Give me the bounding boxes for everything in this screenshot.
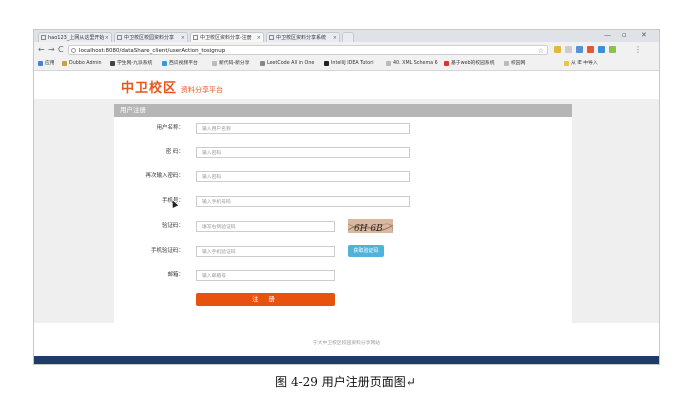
footer-text: 宁大中卫校区校园资料分享网站 [312,341,381,346]
panel-title: 用户注册 [114,104,572,117]
close-icon[interactable]: × [105,33,109,42]
close-window-icon[interactable]: ✕ [641,31,647,39]
register-button[interactable]: 注 册 [196,293,335,306]
logo-sub: 资料分享平台 [181,86,224,94]
tab-label: hao123_上网从这里开始 [48,35,105,41]
tab-favicon-icon [269,35,274,40]
tab-label: 中卫校区校园资料分享 [124,35,175,41]
bookmark-item[interactable]: 从 IE 中导入 [564,59,598,68]
url-text: localhost:8080/dataShare_client/userActi… [79,48,226,54]
page-icon [504,61,509,66]
bookmark-item[interactable]: 新代码-新分享 [212,59,250,68]
get-code-button[interactable]: 获取验证码 [348,245,384,257]
reload-icon[interactable]: C [58,45,64,54]
apps-icon [38,61,43,66]
extension-icon[interactable] [565,46,572,53]
bookmark-item[interactable]: 基于web的校园系统 [444,59,495,68]
github-icon [324,61,329,66]
tab-share-system[interactable]: 中卫校区资料分享系统 × [266,32,340,42]
bookmark-label: 40. XML Schema 6 [393,61,438,66]
password-label: 密 码： [165,149,184,155]
address-bar[interactable]: localhost:8080/dataShare_client/userActi… [68,45,548,55]
tab-favicon-icon [117,35,122,40]
bookmark-item[interactable]: 40. XML Schema 6 [386,59,438,68]
os-taskbar [34,356,659,364]
username-label: 用户名称： [156,125,184,131]
bookmark-star-icon[interactable]: ☆ [538,46,544,56]
confirm-password-label: 再次输入密码： [145,173,184,179]
captcha-graphic: 6H 6B [347,223,394,234]
email-label: 邮箱： [167,272,184,278]
close-icon[interactable]: × [333,33,337,42]
tab-register[interactable]: 中卫校区资料分享-注册 × [190,32,264,42]
extension-icon[interactable] [609,46,616,53]
address-row: ← → C localhost:8080/dataShare_client/us… [34,43,659,57]
bookmark-item[interactable]: 学生网-九派系统 [110,59,152,68]
info-icon[interactable] [71,48,76,53]
tab-campus-share[interactable]: 中卫校区校园资料分享 × [114,32,188,42]
bookmark-item[interactable]: IntelliJ IDEA Tutori [324,59,374,68]
folder-icon [564,61,569,66]
confirm-password-input[interactable]: 输入密码 [196,171,410,182]
folder-icon [62,61,67,66]
logo-main: 中卫校区 [121,81,178,96]
captcha-text: 6H 6B [354,224,383,234]
tab-bar: hao123_上网从这里开始 × 中卫校区校园资料分享 × 中卫校区资料分享-注册 ×… [34,30,659,42]
bookmark-label: 基于web的校园系统 [451,61,495,66]
register-panel: 用户注册 用户名称： 输入用户名称 密 码： 输入密码 再次输入密码： 输入密码… [114,104,572,329]
bookmark-item[interactable]: 西瓜视频平台 [162,59,198,68]
tab-favicon-icon [41,35,46,40]
page-icon [212,61,217,66]
tab-hao123[interactable]: hao123_上网从这里开始 × [38,32,112,42]
bookmark-item[interactable]: 应用 [38,59,55,68]
username-input[interactable]: 输入用户名称 [196,123,410,134]
email-input[interactable]: 输入邮箱号 [196,270,335,281]
captcha-label: 验证码： [161,223,184,229]
bookmarks-bar: 应用 Dubbo Admin 学生网-九派系统 西瓜视频平台 新代码-新分享 L… [34,58,659,69]
code-icon [260,61,265,66]
maximize-icon[interactable]: ▫ [622,31,627,39]
bookmark-label: 从 IE 中导入 [571,61,598,66]
extension-icon[interactable] [587,46,594,53]
phone-input[interactable]: 输入手机号码 [196,196,410,207]
site-logo[interactable]: 中卫校区 资料分享平台 [121,77,223,96]
page-content: 中卫校区 资料分享平台 用户注册 用户名称： 输入用户名称 密 码： 输入密码 再… [34,71,659,364]
forward-icon[interactable]: → [48,45,55,54]
bookmark-label: 西瓜视频平台 [169,61,198,66]
extension-icon[interactable] [554,46,561,53]
bookmark-item[interactable]: Dubbo Admin [62,59,102,68]
globe-icon [110,61,115,66]
bookmark-item[interactable]: LeetCode All in One [260,59,314,68]
bookmark-label: 学生网-九派系统 [117,61,153,66]
menu-icon[interactable]: ⋮ [634,45,642,54]
extension-icon[interactable] [598,46,605,53]
sms-code-input[interactable]: 输入手机验证码 [196,246,335,257]
browser-chrome: hao123_上网从这里开始 × 中卫校区校园资料分享 × 中卫校区资料分享-注册 ×… [34,30,659,71]
bookmark-label: Dubbo Admin [69,61,102,66]
browser-window: hao123_上网从这里开始 × 中卫校区校园资料分享 × 中卫校区资料分享-注册 ×… [33,29,660,365]
page-icon [386,61,391,66]
password-input[interactable]: 输入密码 [196,147,410,158]
bookmark-label: IntelliJ IDEA Tutori [331,61,374,66]
bookmark-label: 新代码-新分享 [219,61,250,66]
captcha-image[interactable]: 6H 6B [347,219,394,234]
close-icon[interactable]: × [181,33,185,42]
bookmark-label: 应用 [45,61,55,66]
bookmark-label: LeetCode All in One [267,61,315,66]
sms-code-label: 手机验证码： [150,248,184,254]
bookmark-item[interactable]: 校园网 [504,59,525,68]
globe-icon [162,61,167,66]
tab-label: 中卫校区资料分享系统 [276,35,327,41]
minimize-icon[interactable]: — [604,31,611,39]
extension-icon[interactable] [576,46,583,53]
figure-caption: 图 4-29 用户注册页面图↵ [275,375,416,389]
tab-label: 中卫校区资料分享-注册 [200,35,252,41]
tab-favicon-icon [193,35,198,40]
new-tab-button[interactable] [342,32,354,42]
close-icon[interactable]: × [257,33,261,42]
bookmark-icon [444,61,449,66]
captcha-input[interactable]: 填写右侧验证码 [196,221,335,232]
back-icon[interactable]: ← [38,45,45,54]
bookmark-label: 校园网 [511,61,526,66]
